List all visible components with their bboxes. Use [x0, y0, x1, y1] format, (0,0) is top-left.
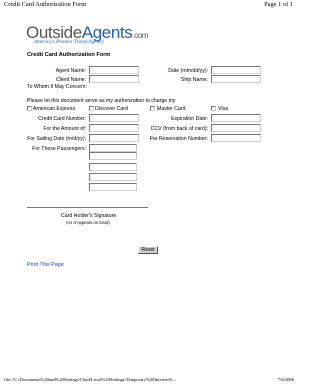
- ccv-label: CCV (from back of card):: [150, 126, 208, 132]
- discover-card-checkbox[interactable]: [89, 106, 94, 111]
- form-title: Credit Card Authorization Form: [27, 52, 111, 58]
- american-express-label: American Express: [33, 106, 76, 112]
- authorization-text: Please let this document serve as my aut…: [27, 98, 176, 104]
- sailing-date-field[interactable]: [89, 134, 139, 142]
- passenger-field-4[interactable]: [89, 173, 137, 181]
- passenger-field-5[interactable]: [89, 183, 137, 191]
- visa-checkbox[interactable]: [211, 106, 216, 111]
- expiration-date-label: Expiration Date:: [171, 116, 208, 122]
- amount-field[interactable]: [89, 124, 139, 132]
- signature-label: Card Holder's Signature: [61, 213, 117, 219]
- passenger-field-3[interactable]: [89, 163, 137, 171]
- client-name-field[interactable]: [89, 75, 139, 83]
- ship-name-label: Ship Name:: [180, 77, 208, 83]
- date-label: Date (mm/dd/yy):: [168, 68, 208, 74]
- ccv-field[interactable]: [211, 124, 261, 132]
- logo-tagline: America's Premier Travel Agency: [34, 39, 104, 45]
- logo-com-text: .com: [132, 31, 149, 40]
- amount-label: For the Amount of:: [43, 126, 86, 132]
- agent-name-label: Agent Name:: [55, 68, 86, 74]
- credit-card-number-field[interactable]: [89, 114, 139, 122]
- date-field[interactable]: [211, 66, 261, 74]
- expiration-date-field[interactable]: [211, 114, 261, 122]
- client-name-label: Client Name:: [56, 77, 86, 83]
- outsideagents-logo: OutsideAgents.com America's Premier Trav…: [26, 24, 149, 45]
- print-footer-date: 7/6/2006: [277, 377, 294, 382]
- master-card-checkbox[interactable]: [150, 106, 155, 111]
- print-header-title: Credit Card Authorization Form: [4, 1, 87, 8]
- print-header-page: Page 1 of 1: [264, 1, 293, 8]
- credit-card-number-label: Credit Card Number:: [38, 116, 86, 122]
- discover-card-label: Discover Card: [95, 106, 128, 112]
- passenger-field-1[interactable]: [89, 144, 137, 152]
- signature-line: [27, 207, 148, 208]
- reset-button[interactable]: Reset: [138, 246, 158, 254]
- passengers-label: For These Passengers:: [32, 146, 86, 152]
- visa-label: Visa: [218, 106, 228, 112]
- reservation-number-field[interactable]: [211, 134, 261, 142]
- signature-note: (As It Appears on Card): [66, 220, 110, 225]
- salutation-text: To Whom It May Concern:: [27, 84, 87, 90]
- print-footer-path: file://C:\Documents%20and%20Settings\Cha…: [4, 377, 177, 382]
- print-page-link[interactable]: Print This Page: [27, 262, 64, 268]
- agent-name-field[interactable]: [89, 66, 139, 74]
- ship-name-field[interactable]: [211, 75, 261, 83]
- american-express-checkbox[interactable]: [27, 106, 32, 111]
- passenger-field-2[interactable]: [89, 152, 137, 160]
- reservation-number-label: For Reservation Number:: [149, 136, 208, 142]
- sailing-date-label: For Sailing Date (m/d/yy):: [27, 136, 86, 142]
- master-card-label: Master Card: [157, 106, 186, 112]
